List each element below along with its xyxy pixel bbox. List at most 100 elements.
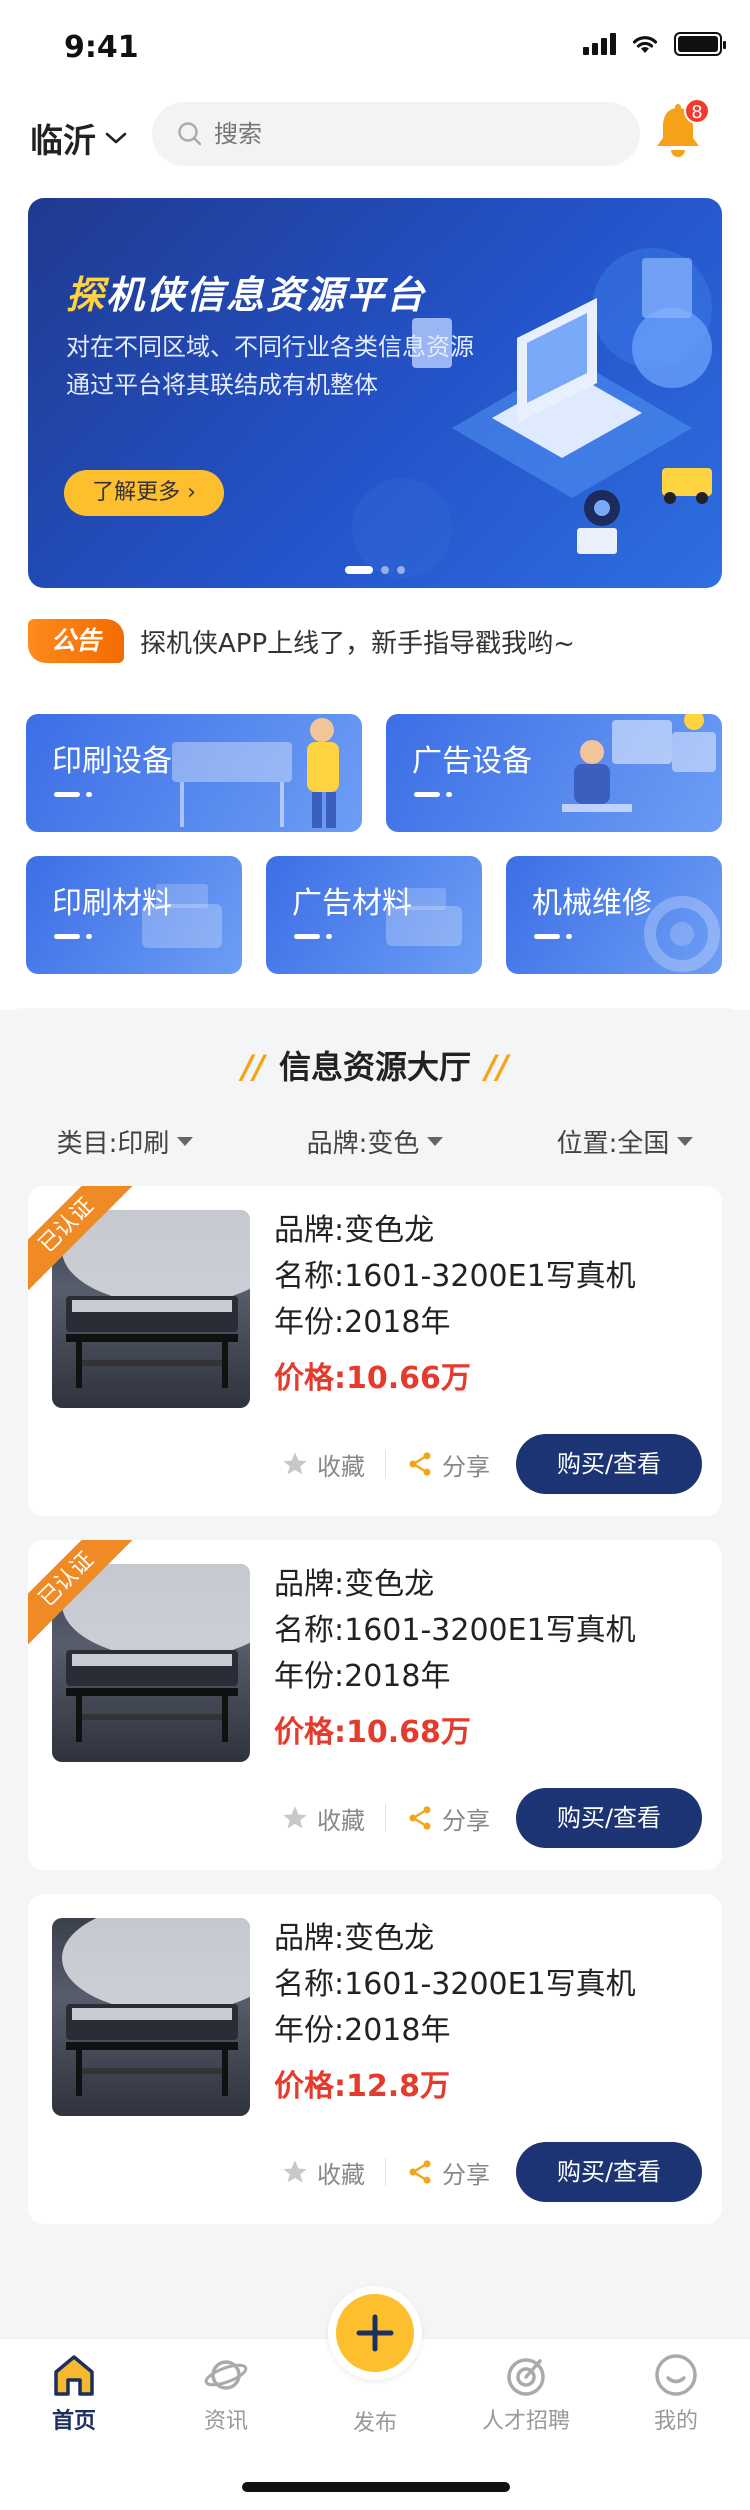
pagination-dot[interactable] [397,566,405,574]
filter-category[interactable]: 类目:印刷 [0,1116,250,1166]
listing-card[interactable]: 已认证 品牌:变色龙 名称:1601-3200E1写真机 年份:2018年 价格… [28,1186,722,1516]
listing-info: 品牌:变色龙 名称:1601-3200E1写真机 年份:2018年 价格:12.… [274,1916,636,2110]
product-image[interactable] [52,1210,250,1408]
category-machine-repair[interactable]: 机械维修 [506,856,722,974]
buy-view-button[interactable]: 购买/查看 [516,1434,702,1494]
title-decoration: // [241,1048,265,1086]
filter-location[interactable]: 位置:全国 [500,1116,750,1166]
category-accent [534,934,572,939]
tab-publish[interactable]: 发布 [315,2405,435,2437]
status-bar: 9:41 [0,0,750,96]
listing-year: 年份:2018年 [274,2013,451,2048]
announcement-bar[interactable]: 公告 探机侠APP上线了，新手指导戳我哟~ [28,616,722,666]
planet-icon [204,2360,248,2390]
collect-button[interactable]: 收藏 [261,2155,385,2190]
tab-label: 发布 [352,2411,397,2436]
tab-jobs[interactable]: 人才招聘 [466,2347,586,2435]
ad-equipment-illustration [562,714,716,812]
listing-price: 价格:12.8万 [274,2069,451,2104]
tab-label: 我的 [653,2409,698,2434]
listing-actions: 收藏 分享 购买/查看 [261,2142,702,2202]
printer-photo [62,1210,250,1388]
category-accent [294,934,332,939]
share-icon [409,1452,431,1476]
buy-view-button[interactable]: 购买/查看 [516,1788,702,1848]
learn-more-button[interactable]: 了解更多 › [64,470,224,516]
pagination-dot[interactable] [381,566,389,574]
search-icon [178,122,202,146]
category-accent [54,934,92,939]
star-icon [283,1806,307,1829]
tab-news[interactable]: 资讯 [166,2347,286,2435]
banner-title: 探机侠信息资源平台 [66,273,427,317]
listing-brand: 品牌:变色龙 [274,1921,435,1956]
collect-button[interactable]: 收藏 [261,1801,385,1836]
section-title: //信息资源大厅// [241,1048,509,1086]
filter-brand[interactable]: 品牌:变色 [250,1116,500,1166]
top-section: 9:41 临沂 8 [0,0,750,1010]
tab-label: 人才招聘 [481,2409,570,2434]
listing-year: 年份:2018年 [274,1659,451,1694]
publish-button[interactable] [328,2286,422,2380]
announcement-text[interactable]: 探机侠APP上线了，新手指导戳我哟~ [140,623,575,660]
notification-button[interactable]: 8 [652,98,710,162]
category-label: 机械维修 [532,886,652,921]
status-icons [583,32,726,56]
caret-down-icon [427,1136,444,1146]
listing-actions: 收藏 分享 购买/查看 [261,1788,702,1848]
search-input[interactable] [214,120,594,148]
banner-description: 对在不同区域、不同行业各类信息资源 通过平台将其联结成有机整体 [66,333,474,399]
target-icon [507,2358,545,2396]
product-image[interactable] [52,1564,250,1762]
promo-banner[interactable]: 探机侠信息资源平台 对在不同区域、不同行业各类信息资源 通过平台将其联结成有机整… [28,198,722,588]
announcement-tag: 公告 [28,619,124,663]
listing-name: 名称:1601-3200E1写真机 [274,1967,636,2002]
city-selector[interactable]: 临沂 [30,114,128,162]
wifi-icon [632,36,658,53]
listing-name: 名称:1601-3200E1写真机 [274,1613,636,1648]
listing-card[interactable]: 已认证 品牌:变色龙 名称:1601-3200E1写真机 年份:2018年 价格… [28,1540,722,1870]
notification-badge: 8 [684,98,710,124]
listing-price: 价格:10.66万 [274,1361,471,1396]
cellular-signal-icon [583,33,616,55]
listing-brand: 品牌:变色龙 [274,1567,435,1602]
collect-button[interactable]: 收藏 [261,1447,385,1482]
listing-name: 名称:1601-3200E1写真机 [274,1259,636,1294]
battery-icon [674,32,726,56]
product-image[interactable] [52,1918,250,2116]
tab-label: 首页 [51,2409,96,2434]
search-bar[interactable] [152,102,640,166]
pagination-dot[interactable] [345,566,373,574]
banner-pagination [28,566,722,574]
filter-bar: 类目:印刷 品牌:变色 位置:全国 [0,1116,750,1166]
printer-photo [62,1918,250,2096]
listing-card[interactable]: 品牌:变色龙 名称:1601-3200E1写真机 年份:2018年 价格:12.… [28,1894,722,2224]
category-printing-materials[interactable]: 印刷材料 [26,856,242,974]
share-button[interactable]: 分享 [386,1447,510,1482]
category-printing-equipment[interactable]: 印刷设备 [26,714,362,832]
chevron-down-icon [105,132,127,144]
tab-home[interactable]: 首页 [14,2347,134,2435]
category-ad-materials[interactable]: 广告材料 [266,856,482,974]
star-icon [283,1452,307,1475]
listing-info: 品牌:变色龙 名称:1601-3200E1写真机 年份:2018年 价格:10.… [274,1208,636,1402]
listing-info: 品牌:变色龙 名称:1601-3200E1写真机 年份:2018年 价格:10.… [274,1562,636,1756]
caret-down-icon [677,1136,694,1146]
star-icon [283,2160,307,2183]
smile-icon [655,2354,697,2396]
category-label: 广告材料 [292,886,412,921]
caret-down-icon [177,1136,194,1146]
header: 临沂 8 [0,96,750,176]
share-button[interactable]: 分享 [386,2155,510,2190]
city-label: 临沂 [30,121,96,160]
category-ad-equipment[interactable]: 广告设备 [386,714,722,832]
share-button[interactable]: 分享 [386,1801,510,1836]
listing-price: 价格:10.68万 [274,1715,471,1750]
category-accent [414,792,452,797]
home-icon [54,2355,94,2396]
share-icon [409,2160,431,2184]
status-time: 9:41 [64,30,139,65]
buy-view-button[interactable]: 购买/查看 [516,2142,702,2202]
listing-actions: 收藏 分享 购买/查看 [261,1434,702,1494]
tab-mine[interactable]: 我的 [616,2347,736,2435]
